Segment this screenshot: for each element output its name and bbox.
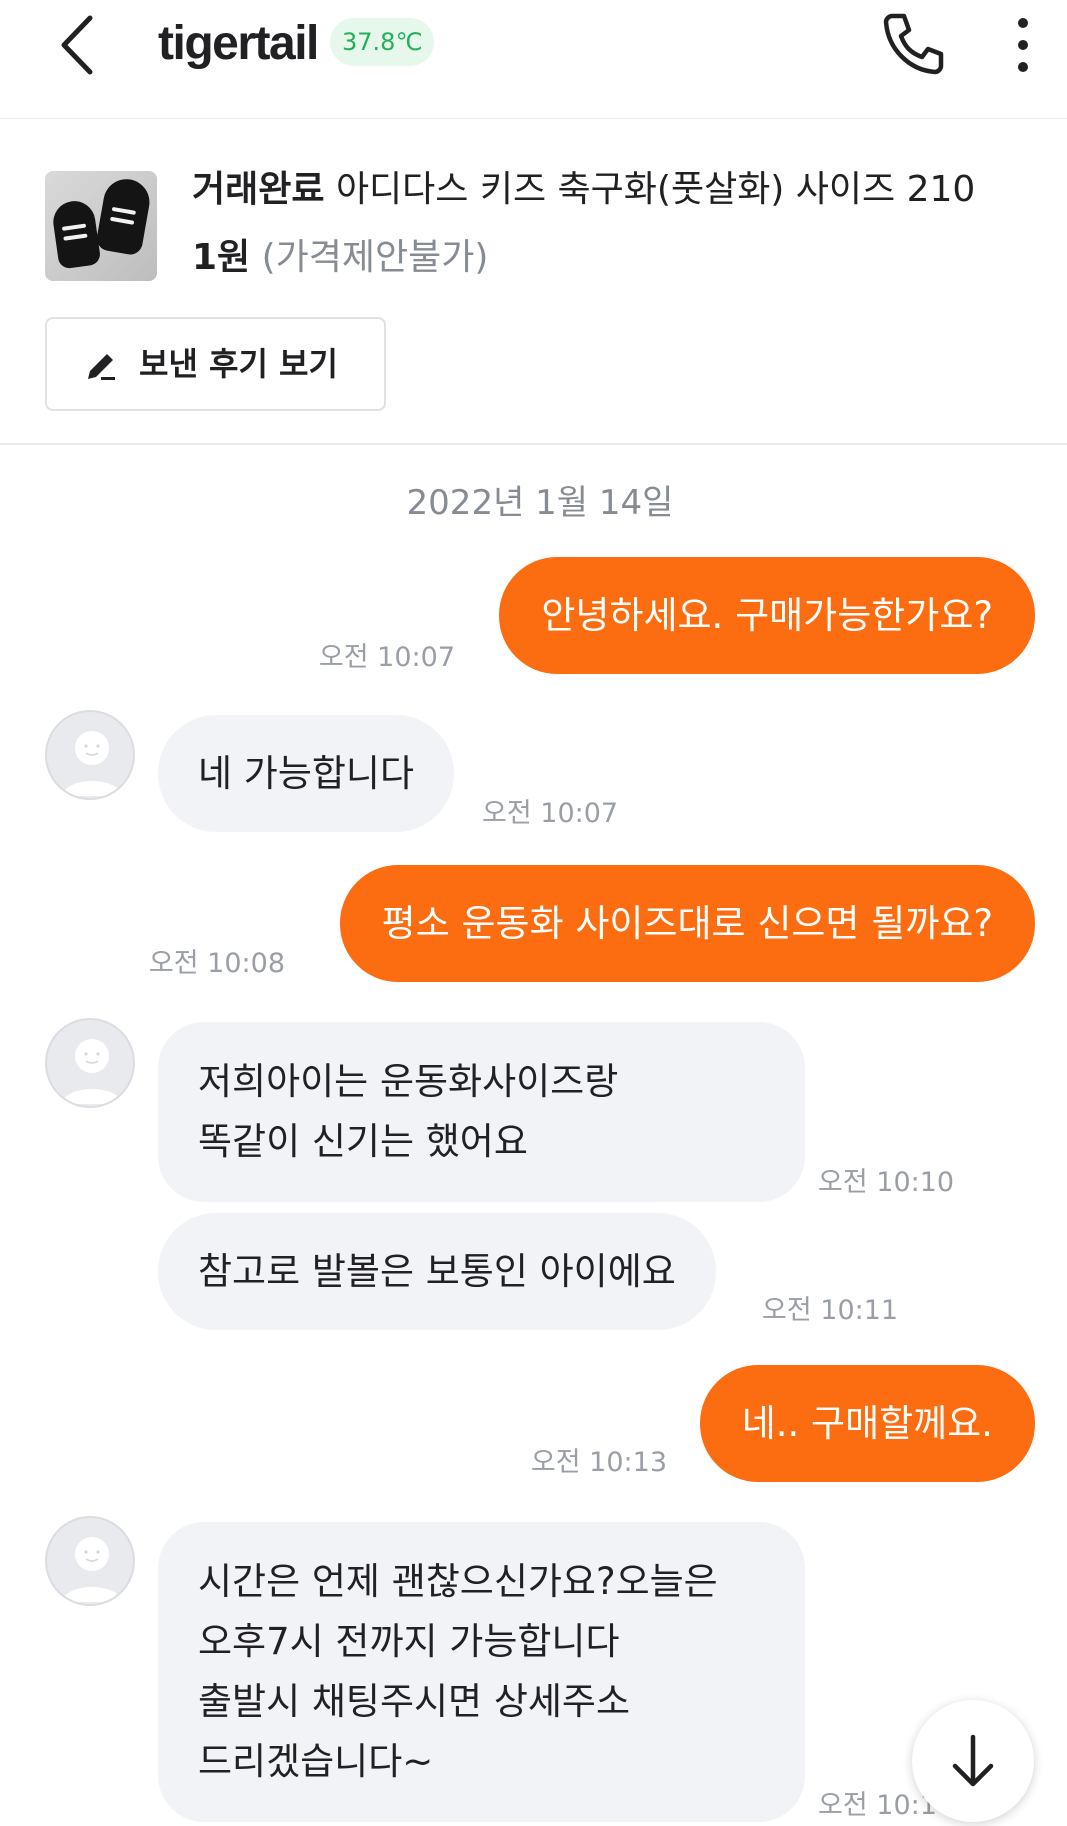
default-profile-icon xyxy=(61,1039,123,1104)
message-text: 네.. 구매할께요. xyxy=(741,1402,993,1445)
default-profile-icon xyxy=(61,1537,123,1602)
shoe-shape xyxy=(50,198,102,270)
product-title: 아디다스 키즈 축구화(풋살화) 사이즈 210 xyxy=(335,169,976,210)
message-text: 안녕하세요. 구매가능한가요? xyxy=(541,594,993,637)
chat-header: tigertail 37.8℃ xyxy=(0,0,1067,119)
message-timestamp: 오전 10:07 xyxy=(318,642,455,673)
product-price: 1원 xyxy=(192,237,251,278)
shoe-shape xyxy=(94,175,154,257)
message-text-line: 시간은 언제 괜찮으신가요?오늘은 xyxy=(198,1560,718,1603)
partner-avatar[interactable] xyxy=(45,1018,135,1108)
message-text-line: 드리겠습니다~ xyxy=(198,1740,434,1783)
sent-message-bubble[interactable]: 네.. 구매할께요. xyxy=(699,1365,1035,1482)
product-price-line: 1원 (가격제안불가) xyxy=(192,233,488,283)
message-text: 네 가능합니다 xyxy=(198,752,415,795)
trade-status-label: 거래완료 xyxy=(192,169,325,210)
sent-message-bubble[interactable]: 평소 운동화 사이즈대로 신으면 될까요? xyxy=(339,865,1035,982)
message-timestamp: 오전 10:08 xyxy=(148,948,285,979)
received-message-bubble[interactable]: 저희아이는 운동화사이즈랑 똑같이 신기는 했어요 xyxy=(158,1022,805,1202)
message-text-line: 출발시 채팅주시면 상세주소 xyxy=(198,1680,631,1723)
default-profile-icon xyxy=(61,731,123,796)
arrow-down-icon xyxy=(952,1734,994,1787)
partner-avatar[interactable] xyxy=(45,1516,135,1606)
received-message-bubble[interactable]: 네 가능합니다 xyxy=(158,715,455,832)
call-button[interactable] xyxy=(878,8,948,78)
more-options-button[interactable] xyxy=(1006,12,1040,78)
product-info-card: 거래완료 아디다스 키즈 축구화(풋살화) 사이즈 210 1원 (가격제안불가… xyxy=(0,119,1067,445)
manner-temperature-badge[interactable]: 37.8℃ xyxy=(330,18,435,66)
sent-message-bubble[interactable]: 안녕하세요. 구매가능한가요? xyxy=(499,557,1035,674)
message-timestamp: 오전 10:11 xyxy=(762,1295,899,1326)
message-text: 평소 운동화 사이즈대로 신으면 될까요? xyxy=(381,902,993,945)
message-timestamp: 오전 10:10 xyxy=(818,1167,955,1198)
product-thumbnail[interactable] xyxy=(45,171,157,281)
scroll-to-bottom-button[interactable] xyxy=(912,1700,1034,1822)
view-sent-review-label: 보낸 후기 보기 xyxy=(139,345,338,383)
received-message-bubble[interactable]: 시간은 언제 괜찮으신가요?오늘은 오후7시 전까지 가능합니다 출발시 채팅주… xyxy=(158,1522,805,1822)
more-vertical-icon xyxy=(1018,18,1028,72)
message-text-line: 똑같이 신기는 했어요 xyxy=(198,1120,528,1163)
message-timestamp: 오전 10:13 xyxy=(530,1447,667,1478)
date-separator: 2022년 1월 14일 xyxy=(406,483,674,523)
message-text: 참고로 발볼은 보통인 아이에요 xyxy=(198,1250,676,1293)
product-title-line[interactable]: 거래완료 아디다스 키즈 축구화(풋살화) 사이즈 210 xyxy=(192,165,975,215)
partner-nickname[interactable]: tigertail xyxy=(158,14,319,74)
phone-icon xyxy=(883,13,944,75)
message-text-line: 저희아이는 운동화사이즈랑 xyxy=(198,1060,619,1103)
partner-avatar[interactable] xyxy=(45,710,135,800)
view-sent-review-button[interactable]: 보낸 후기 보기 xyxy=(45,317,386,411)
message-timestamp: 오전 10:07 xyxy=(482,798,619,829)
price-offer-note: (가격제안불가) xyxy=(261,237,489,278)
received-message-bubble[interactable]: 참고로 발볼은 보통인 아이에요 xyxy=(158,1213,716,1330)
back-arrow-icon xyxy=(61,15,93,75)
back-button[interactable] xyxy=(50,10,110,80)
message-text-line: 오후7시 전까지 가능합니다 xyxy=(198,1620,620,1663)
pencil-icon xyxy=(88,354,115,380)
